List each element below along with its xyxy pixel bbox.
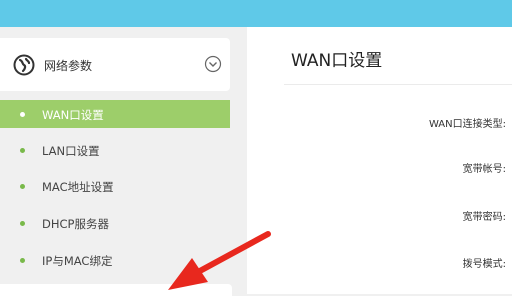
sidebar-item-wan[interactable]: WAN口设置 — [0, 100, 230, 128]
dial-mode-label: 拨号模式: — [462, 259, 506, 270]
bullet-icon — [20, 258, 25, 263]
divider — [284, 84, 512, 85]
sidebar-item-dhcp[interactable]: DHCP服务器 — [0, 209, 230, 237]
next-menu-section[interactable] — [0, 284, 232, 296]
bullet-icon — [20, 221, 25, 226]
sidebar-item-label: MAC地址设置 — [42, 180, 114, 194]
chevron-down-icon[interactable] — [204, 55, 222, 73]
sidebar-item-lan[interactable]: LAN口设置 — [0, 136, 230, 164]
bullet-icon — [20, 184, 25, 189]
menu-section-title: 网络参数 — [44, 59, 93, 73]
wan-connection-type-label: WAN口连接类型: — [428, 119, 506, 130]
sidebar-item-ip-mac-binding[interactable]: IP与MAC绑定 — [0, 246, 230, 274]
sidebar-item-label: DHCP服务器 — [42, 217, 109, 231]
page-title: WAN口设置 — [291, 51, 383, 71]
globe-icon — [13, 54, 35, 76]
sidebar-item-label: LAN口设置 — [42, 144, 100, 158]
sidebar-item-mac[interactable]: MAC地址设置 — [0, 172, 230, 200]
broadband-account-label: 宽带帐号: — [462, 164, 506, 175]
sidebar-item-label: IP与MAC绑定 — [42, 254, 113, 268]
bullet-icon — [20, 112, 25, 117]
bullet-icon — [20, 148, 25, 153]
broadband-password-label: 宽带密码: — [462, 212, 506, 223]
sidebar-item-label: WAN口设置 — [42, 108, 104, 122]
top-bar — [0, 0, 512, 27]
